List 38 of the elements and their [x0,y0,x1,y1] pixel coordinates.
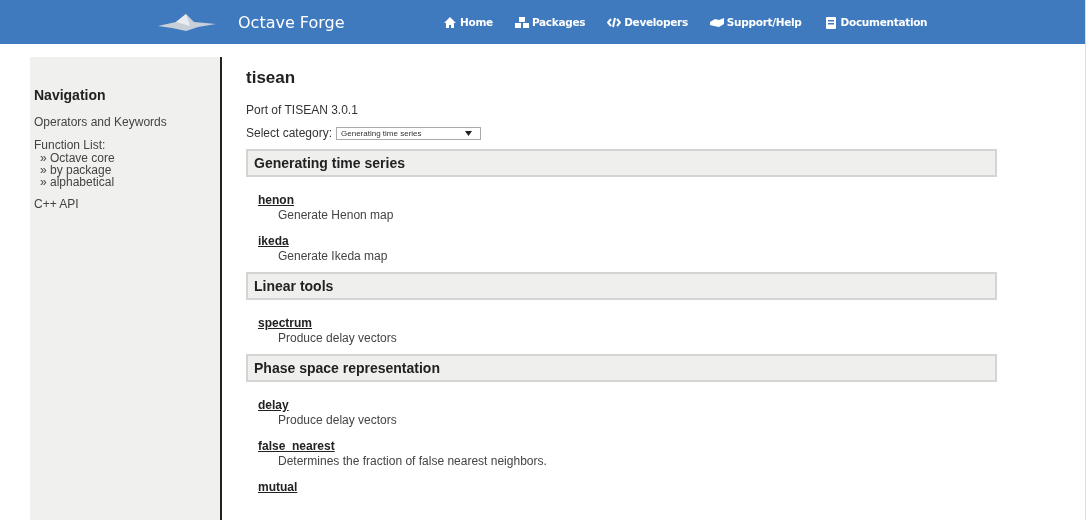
handshake-icon [709,15,724,29]
sidebar-link[interactable]: Function List: [34,138,220,152]
function-link[interactable]: ikeda [258,234,289,248]
sidebar-link[interactable]: C++ API [34,197,220,211]
page-title: tisean [246,68,297,88]
function-link[interactable]: mutual [258,480,298,494]
function-description: Produce delay vectors [277,331,398,345]
cubes-icon [514,15,529,29]
function-link[interactable]: henon [258,193,294,207]
category-dropdown[interactable]: Generating time series [336,126,482,140]
site-title[interactable]: Octave Forge [238,12,443,32]
nav-link[interactable]: Documentation [823,15,928,29]
section-heading: Phase space representation [246,354,997,382]
nav-link[interactable]: Home [443,15,493,29]
sidebar-link[interactable]: Operators and Keywords [34,115,220,129]
code-icon [607,15,622,29]
nav-link[interactable]: Packages [514,15,586,29]
book-icon [823,15,838,29]
section-heading: Generating time series [246,149,997,177]
function-description: Generate Ikeda map [277,249,389,263]
nav-link[interactable]: Support/Help [709,15,802,29]
sidebar-link[interactable]: » by package [34,164,220,176]
sidebar-title: Navigation [34,87,107,103]
surface-plot-logo [158,12,216,32]
function-description: Generate Henon map [277,208,395,222]
nav-link[interactable]: Developers [607,15,688,29]
home-icon [443,15,457,29]
function-link[interactable]: false_nearest [258,439,335,453]
function-link[interactable]: spectrum [258,316,313,330]
function-link[interactable]: delay [258,398,289,412]
sidebar-link[interactable]: » alphabetical [34,176,220,188]
package-description: Port of TISEAN 3.0.1 [246,103,359,117]
sidebar-link[interactable]: » Octave core [34,152,220,164]
select-label: Select category: [246,126,333,140]
section-heading: Linear tools [246,272,997,300]
dropdown-arrow-icon [465,130,473,136]
function-description: Produce delay vectors [277,413,398,427]
function-description: Determines the fraction of false nearest neighbors. [277,454,548,468]
